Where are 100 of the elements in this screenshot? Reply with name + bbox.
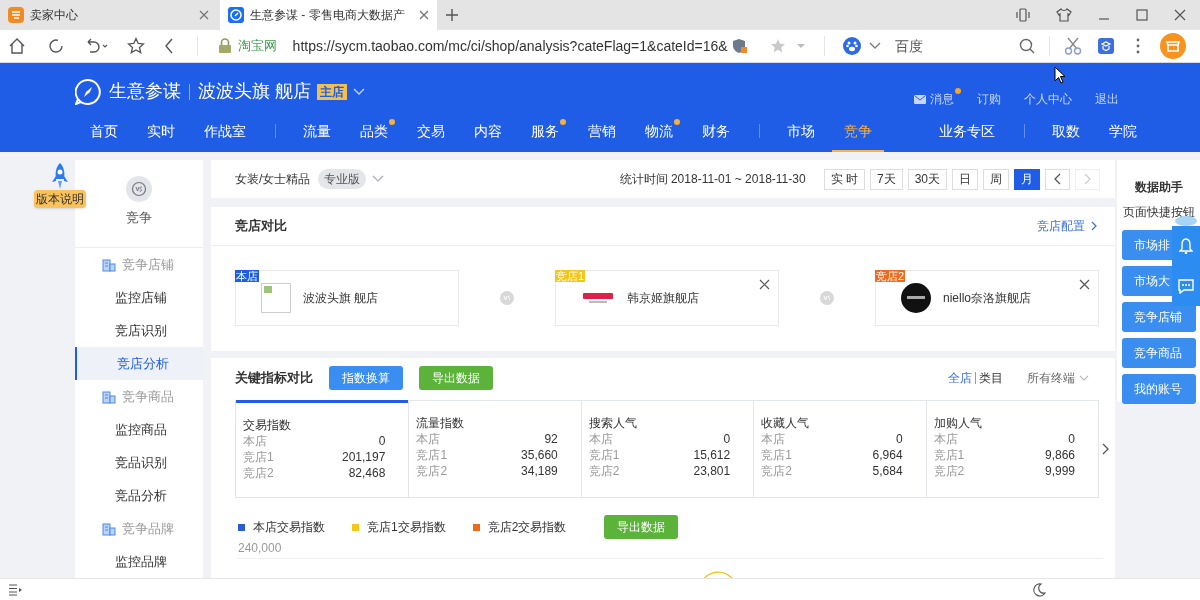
star-icon[interactable]: [127, 37, 145, 55]
new-tab-icon[interactable]: [445, 8, 459, 22]
range-button[interactable]: 7天: [869, 168, 903, 190]
nav-item[interactable]: 业务专区: [939, 115, 995, 152]
close-icon[interactable]: [1079, 279, 1090, 290]
nav-item[interactable]: 首页: [90, 115, 118, 152]
nav-item[interactable]: 实时: [147, 115, 175, 152]
metric-card[interactable]: 流量指数 本店 92 竞店1 35,660 竞店2 34,189: [408, 401, 581, 497]
convert-button[interactable]: 指数换算: [329, 366, 403, 390]
sidebar-item[interactable]: 监控商品: [75, 413, 203, 446]
metric-title: 流量指数: [416, 415, 466, 431]
store-tag: 竞店1: [555, 270, 586, 282]
nav-item[interactable]: 营销: [588, 115, 616, 152]
metric-card[interactable]: 加购人气 本店 0 竞店1 9,866 竞店2 9,999: [925, 401, 1098, 497]
range-button[interactable]: 实 时: [823, 168, 865, 190]
sidebar-item[interactable]: 竞店识别: [75, 314, 203, 347]
shop-avatar-icon[interactable]: [1160, 33, 1186, 59]
extension-icon[interactable]: [1098, 38, 1114, 54]
close-icon[interactable]: [1174, 9, 1186, 21]
vs-badge-icon: [126, 176, 152, 202]
maximize-icon[interactable]: [1136, 9, 1148, 21]
caret-icon[interactable]: [372, 175, 385, 183]
metric-value: 0: [378, 433, 386, 449]
paw-icon[interactable]: [842, 37, 861, 55]
header-link[interactable]: 个人中心: [1024, 90, 1072, 108]
range-button[interactable]: 30天: [907, 168, 947, 190]
nav-item[interactable]: 学院: [1109, 115, 1137, 152]
close-icon[interactable]: [419, 10, 429, 20]
close-icon[interactable]: [199, 10, 209, 20]
shortcut-button[interactable]: 市场大: [1121, 266, 1174, 296]
shortcut-button[interactable]: 市场排: [1121, 230, 1174, 260]
nav-item[interactable]: 流量: [303, 115, 331, 152]
store-label: 竞店2: [243, 465, 274, 481]
nav-item[interactable]: 交易: [417, 115, 445, 152]
sidebar-item[interactable]: 监控店铺: [75, 281, 203, 314]
nav-item[interactable]: 服务: [531, 115, 559, 152]
shortcut-button[interactable]: 我的账号: [1121, 374, 1196, 404]
more-icon[interactable]: [1136, 38, 1140, 54]
back-icon[interactable]: [163, 38, 174, 54]
vs-icon: [500, 291, 514, 305]
close-icon[interactable]: [759, 279, 770, 290]
range-button[interactable]: 日: [952, 168, 978, 190]
url-field[interactable]: https://sycm.taobao.com/mc/ci/shop/analysis?cateFlag=1&cateId=16&: [292, 35, 728, 57]
range-button[interactable]: 月: [1014, 168, 1040, 190]
metric-card[interactable]: 交易指数 本店 0 竞店1 201,197 竞店2 82,468: [236, 400, 409, 496]
moon-icon[interactable]: [1032, 582, 1046, 597]
sidebar-item[interactable]: 竞品分析: [75, 479, 203, 512]
nav-item[interactable]: 取数: [1052, 115, 1080, 152]
metric-card[interactable]: 收藏人气 本店 0 竞店1 6,964 竞店2 5,684: [753, 401, 926, 497]
legend-label: 竞店1交易指数: [367, 519, 446, 536]
terminal-select[interactable]: 所有终端: [1027, 369, 1089, 387]
scope-link[interactable]: 全店: [948, 369, 972, 387]
version-note-badge[interactable]: 版本说明: [34, 190, 86, 208]
bell-icon[interactable]: [1179, 238, 1193, 255]
nav-item[interactable]: 品类: [360, 115, 388, 152]
nav-item[interactable]: 物流: [645, 115, 673, 152]
shirt-icon[interactable]: [1056, 8, 1072, 22]
store-config-link[interactable]: 竞店配置: [1037, 217, 1097, 235]
header-link[interactable]: 退出: [1095, 90, 1119, 108]
header-link[interactable]: 消息: [914, 90, 954, 108]
period-label: 统计时间 2018-11-01 ~ 2018-11-30: [619, 171, 806, 188]
nav-item[interactable]: 竞争: [832, 115, 884, 152]
chat-icon[interactable]: [1178, 278, 1194, 294]
home-icon[interactable]: [8, 37, 26, 55]
search-field[interactable]: 百度: [894, 35, 1036, 57]
rocket-icon[interactable]: [49, 162, 71, 190]
shield-icon[interactable]: [731, 38, 748, 54]
sidebar-group-label: 竞争品牌: [122, 519, 174, 538]
sidebar-item[interactable]: 监控品牌: [75, 545, 203, 578]
shortcut-button[interactable]: 竞争商品: [1121, 338, 1196, 368]
chart-curve: [701, 569, 735, 578]
store-label: 竞店1: [933, 447, 965, 463]
sidebar-group-label: 竞争商品: [122, 387, 174, 406]
store-label: 竞店2: [416, 463, 448, 479]
store-label: 竞店2: [761, 463, 792, 479]
nav-item[interactable]: 财务: [702, 115, 730, 152]
metric-card[interactable]: 搜索人气 本店 0 竞店1 15,612 竞店2 23,801: [580, 401, 754, 497]
caret-icon: [1079, 375, 1089, 381]
refresh-icon[interactable]: [48, 38, 65, 54]
star-icon[interactable]: [769, 38, 786, 54]
sidebar-item[interactable]: 竞店分析: [75, 347, 203, 380]
nav-item[interactable]: 市场: [787, 115, 815, 152]
store-label: 本店: [416, 431, 441, 447]
range-button[interactable]: 周: [983, 168, 1009, 190]
search-icon[interactable]: [1019, 38, 1036, 54]
browser-tab[interactable]: 生意参谋 - 零售电商大数据产: [220, 0, 437, 30]
phone-icon[interactable]: [1016, 8, 1030, 22]
cloud-icon: [1174, 216, 1198, 226]
scissors-icon[interactable]: [1064, 37, 1082, 55]
header-link[interactable]: 订购: [977, 90, 1001, 108]
caret-icon[interactable]: [868, 42, 881, 50]
nav-item[interactable]: 作战室: [204, 115, 246, 152]
sidebar-item[interactable]: 竞品识别: [75, 446, 203, 479]
chevron-right-icon[interactable]: [1101, 443, 1109, 455]
nav-item[interactable]: 内容: [474, 115, 502, 152]
sidebar-toggle-icon[interactable]: [8, 583, 22, 596]
store-name: 波波头旗 舰店: [303, 290, 379, 307]
store-tag: 竞店2: [875, 270, 906, 282]
scope-link[interactable]: 类目: [979, 369, 1003, 387]
shortcut-button[interactable]: 竞争店铺: [1121, 302, 1196, 332]
